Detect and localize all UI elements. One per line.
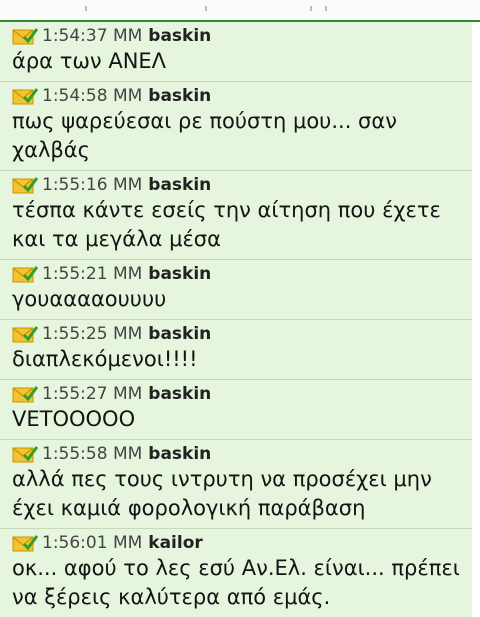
message-user: kailor [148,533,203,553]
message-text: VETOOOOO [12,407,136,431]
message-text: οκ... αφού το λες εσύ Αν.Ελ. είναι... πρ… [12,556,460,609]
top-bar-tick [205,6,207,11]
message-text: πως ψαρεύεσαι ρε πούστη μου... σαν χαλβά… [12,109,397,162]
message-time: 1:54:58 MM [42,86,143,106]
message-meta: 1:55:25 MM baskin [12,323,464,345]
message-meta: 1:56:01 MM kailor [12,532,464,554]
message-item[interactable]: 1:54:58 MM baskin πως ψαρεύεσαι ρε πούστ… [0,81,472,170]
message-user: baskin [148,264,212,284]
message-meta: 1:55:16 MM baskin [12,174,464,196]
message-item[interactable]: 1:56:01 MM kailor οκ... αφού το λες εσύ … [0,528,472,617]
message-item[interactable]: 1:54:37 MM baskin άρα των ΑΝΕΛ [0,22,472,81]
message-text: διαπλεκόμενοι!!!! [12,347,198,371]
message-user: baskin [148,384,212,404]
message-meta: 1:55:21 MM baskin [12,263,464,285]
envelope-check-icon [12,176,39,194]
message-item[interactable]: 1:55:16 MM baskin τέσπα κάντε εσείς την … [0,170,472,259]
scrollbar[interactable] [472,22,480,595]
message-item[interactable]: 1:55:58 MM baskin αλλά πες τους ιντρυτη … [0,439,472,528]
message-time: 1:55:27 MM [42,384,143,404]
envelope-check-icon [12,27,39,45]
message-text: γουααααουυυυ [12,287,167,311]
top-bar-tick [310,6,312,11]
message-meta: 1:54:58 MM baskin [12,85,464,107]
message-text: αλλά πες τους ιντρυτη να προσέχει μην έχ… [12,467,432,520]
message-user: baskin [148,444,212,464]
message-time: 1:55:21 MM [42,264,143,284]
message-meta: 1:55:58 MM baskin [12,443,464,465]
message-meta: 1:55:27 MM baskin [12,383,464,405]
envelope-check-icon [12,87,39,105]
message-text: άρα των ΑΝΕΛ [12,49,167,73]
message-list[interactable]: 1:54:37 MM baskin άρα των ΑΝΕΛ 1:54:58 M… [0,22,472,617]
message-user: baskin [148,324,212,344]
envelope-check-icon [12,445,39,463]
envelope-check-icon [12,265,39,283]
message-time: 1:54:37 MM [42,26,143,46]
envelope-check-icon [12,534,39,552]
message-time: 1:55:16 MM [42,175,143,195]
message-item[interactable]: 1:55:21 MM baskin γουααααουυυυ [0,259,472,319]
message-text: τέσπα κάντε εσείς την αίτηση που έχετε κ… [12,198,441,251]
message-time: 1:55:58 MM [42,444,143,464]
top-bar-tick [85,6,87,11]
message-item[interactable]: 1:55:25 MM baskin διαπλεκόμενοι!!!! [0,319,472,379]
envelope-check-icon [12,385,39,403]
top-bar-tick [325,6,327,11]
message-time: 1:56:01 MM [42,533,143,553]
message-user: baskin [148,26,212,46]
top-bar [0,0,480,22]
message-user: baskin [148,86,212,106]
message-item[interactable]: 1:55:27 MM baskin VETOOOOO [0,379,472,439]
message-user: baskin [148,175,212,195]
envelope-check-icon [12,325,39,343]
message-meta: 1:54:37 MM baskin [12,25,464,47]
message-time: 1:55:25 MM [42,324,143,344]
